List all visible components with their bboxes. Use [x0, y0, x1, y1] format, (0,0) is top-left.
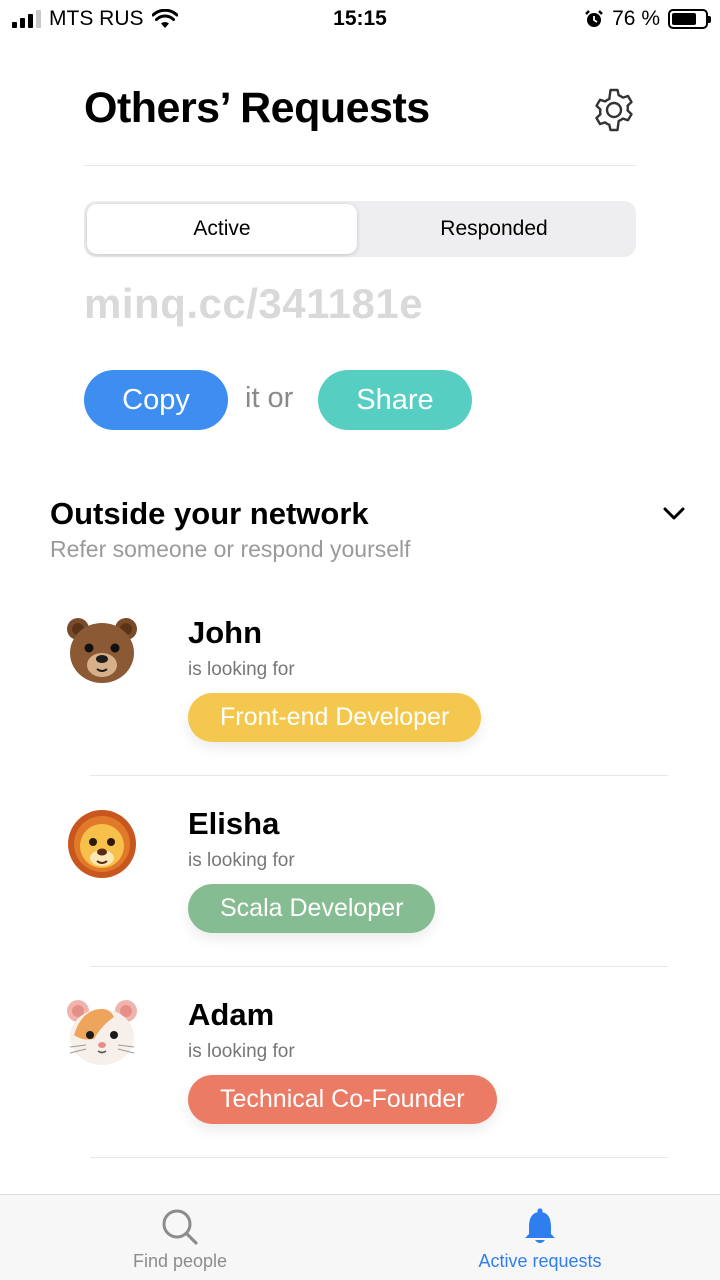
looking-for-label: is looking for [188, 850, 295, 871]
list-item[interactable]: Adam is looking for Technical Co-Founder [0, 967, 720, 1158]
search-icon [162, 1209, 198, 1245]
connector-text: it or [245, 382, 294, 414]
tab-responded[interactable]: Responded [359, 204, 629, 254]
tab-find-people-label: Find people [132, 1251, 228, 1271]
section-subtitle: Refer someone or respond yourself [50, 536, 411, 562]
gear-icon[interactable] [590, 86, 638, 134]
status-right: 76 % [584, 7, 711, 31]
bear-icon [67, 618, 137, 683]
hamster-icon [67, 1000, 137, 1065]
role-tag[interactable]: Scala Developer [188, 884, 436, 933]
alarm-icon [585, 10, 603, 27]
request-list: John is looking for Front-end Developer … [0, 585, 720, 1158]
tab-active[interactable]: Active [87, 204, 357, 254]
requester-name: Adam [188, 997, 275, 1032]
list-item[interactable]: Elisha is looking for Scala Developer [0, 776, 720, 967]
battery-icon [668, 9, 711, 29]
looking-for-label: is looking for [188, 1041, 295, 1062]
segmented-control: Active Responded [84, 201, 636, 257]
list-item[interactable]: John is looking for Front-end Developer [0, 585, 720, 776]
share-button[interactable]: Share [318, 370, 472, 430]
role-tag[interactable]: Front-end Developer [188, 693, 482, 742]
row-divider [90, 1157, 668, 1158]
section-title: Outside your network [50, 496, 369, 531]
share-link: minq.cc/341181e [84, 280, 424, 327]
bell-icon [525, 1208, 555, 1243]
role-tag[interactable]: Technical Co-Founder [188, 1075, 497, 1124]
looking-for-label: is looking for [188, 659, 295, 680]
chevron-down-icon[interactable] [660, 502, 688, 524]
page-title: Others’ Requests [84, 84, 430, 132]
tab-find-people[interactable]: Find people [80, 1207, 280, 1272]
requester-name: Elisha [188, 806, 280, 841]
copy-button[interactable]: Copy [84, 370, 228, 430]
header-divider [84, 165, 636, 166]
lion-icon [68, 810, 136, 878]
status-bar: MTS RUS 15:15 76 % [0, 0, 720, 40]
tab-active-requests-label: Active requests [478, 1251, 602, 1271]
tab-bar: Find people Active requests [0, 1194, 720, 1280]
battery-percent: 76 % [612, 7, 660, 30]
tab-active-requests[interactable]: Active requests [440, 1207, 640, 1272]
requester-name: John [188, 615, 263, 650]
